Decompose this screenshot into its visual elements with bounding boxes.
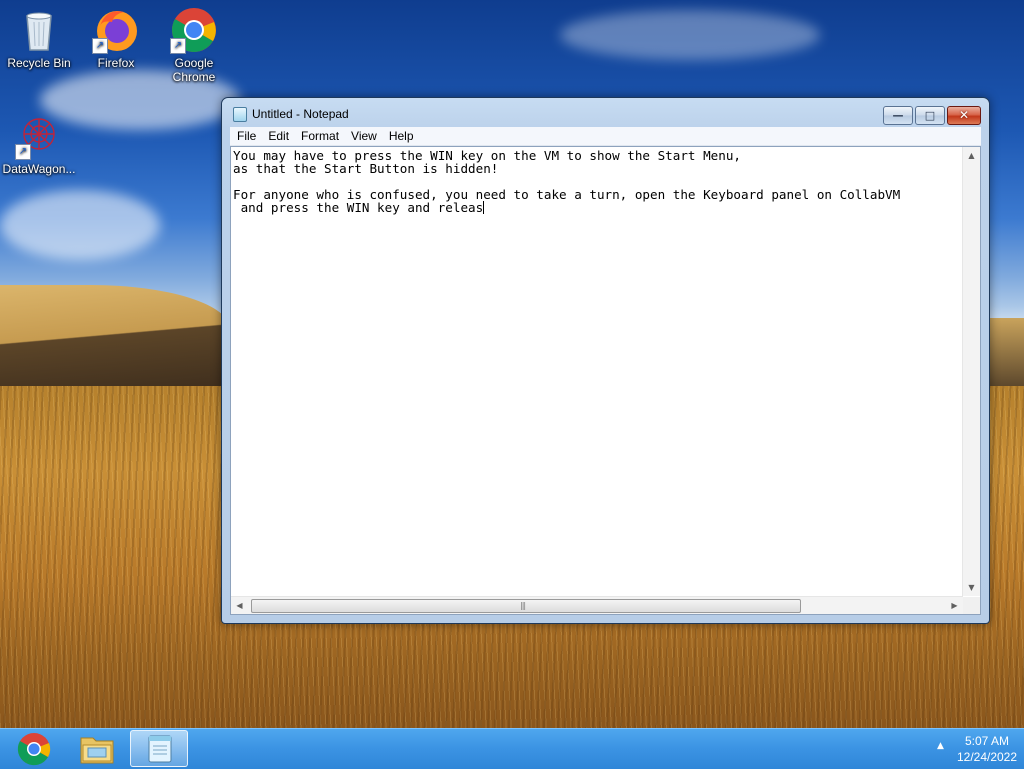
desktop-icon-firefox[interactable]: ↗ Firefox: [78, 6, 154, 70]
menu-file[interactable]: File: [230, 127, 261, 145]
taskbar-notepad[interactable]: [130, 730, 188, 767]
text-line-content: and press the WIN key and releas: [233, 200, 484, 215]
horizontal-scrollbar[interactable]: ◀ ||| ▶: [231, 596, 963, 614]
menu-help[interactable]: Help: [382, 127, 419, 145]
show-hidden-icons-icon[interactable]: ▲: [937, 741, 944, 751]
desktop-icon-label: Recycle Bin: [7, 56, 71, 70]
datawagon-icon: ↗: [15, 112, 63, 160]
shortcut-arrow-icon: ↗: [15, 144, 31, 160]
chrome-icon: ↗: [170, 6, 218, 54]
text-caret: [483, 201, 485, 214]
maximize-button[interactable]: □: [915, 106, 945, 125]
taskbar: ▲ 5:07 AM 12/24/2022: [0, 728, 1024, 769]
desktop-icon-chrome[interactable]: ↗ Google Chrome: [156, 6, 232, 84]
scroll-right-icon[interactable]: ▶: [946, 597, 963, 614]
taskbar-file-explorer[interactable]: [69, 730, 125, 767]
desktop-icon-label: Firefox: [97, 56, 135, 70]
firefox-icon: ↗: [92, 6, 140, 54]
window-title: Untitled - Notepad: [252, 107, 349, 121]
editor-text[interactable]: You may have to press the WIN key on the…: [233, 149, 963, 591]
recycle-bin-icon: [15, 6, 63, 54]
horizontal-scroll-thumb[interactable]: |||: [251, 599, 801, 613]
close-button[interactable]: ✕: [947, 106, 981, 125]
chrome-icon: [17, 733, 51, 766]
resize-grip[interactable]: [963, 597, 980, 614]
clock-date: 12/24/2022: [956, 750, 1018, 764]
grip-icon: |||: [520, 601, 526, 610]
text-line: as that the Start Button is hidden!: [233, 161, 499, 176]
close-icon: ✕: [958, 108, 970, 122]
taskbar-chrome[interactable]: [6, 730, 62, 767]
shortcut-arrow-icon: ↗: [92, 38, 108, 54]
vertical-scrollbar[interactable]: ▲ ▼: [962, 147, 980, 596]
menu-format[interactable]: Format: [294, 127, 344, 145]
menu-edit[interactable]: Edit: [261, 127, 294, 145]
desktop-icon-datawagon[interactable]: ↗ DataWagon...: [1, 112, 77, 176]
folder-icon: [80, 737, 114, 764]
notepad-icon: [233, 107, 247, 122]
notepad-icon: [148, 735, 172, 763]
desktop-icon-recycle-bin[interactable]: Recycle Bin: [1, 6, 77, 70]
text-line: and press the WIN key and releas: [233, 201, 963, 214]
clock-time: 5:07 AM: [964, 734, 1010, 748]
minimize-button[interactable]: —: [883, 106, 913, 125]
scroll-up-icon[interactable]: ▲: [963, 147, 980, 164]
hill: [0, 285, 230, 395]
title-bar[interactable]: Untitled - Notepad — □ ✕: [222, 98, 989, 126]
desktop-icon-label: DataWagon...: [2, 162, 76, 176]
maximize-icon: □: [924, 109, 936, 122]
cloud: [560, 10, 820, 60]
scroll-down-icon[interactable]: ▼: [963, 579, 980, 596]
system-clock[interactable]: 5:07 AM 12/24/2022: [950, 733, 1024, 765]
scroll-left-icon[interactable]: ◀: [231, 597, 248, 614]
cloud: [0, 190, 160, 260]
notepad-window[interactable]: Untitled - Notepad — □ ✕ File Edit Format V…: [221, 97, 990, 624]
menu-view[interactable]: View: [344, 127, 382, 145]
menu-bar: File Edit Format View Help: [230, 127, 981, 146]
text-editor[interactable]: You may have to press the WIN key on the…: [230, 146, 981, 615]
desktop-icon-label: Google Chrome: [172, 56, 216, 84]
shortcut-arrow-icon: ↗: [170, 38, 186, 54]
minimize-icon: —: [892, 109, 904, 122]
